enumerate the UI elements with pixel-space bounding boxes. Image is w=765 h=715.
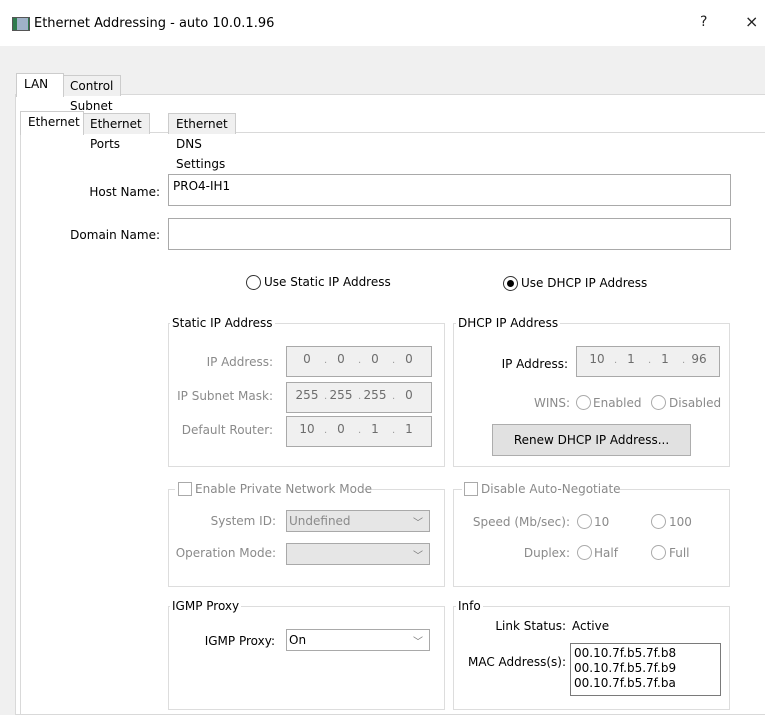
static-ip-label: IP Address: — [206, 355, 273, 369]
mask-octet-4: 0 — [405, 388, 413, 402]
link-status-value: Active — [572, 619, 610, 633]
operation-mode-label: Operation Mode: — [175, 546, 276, 560]
host-name-input[interactable]: PRO4-IH1 — [168, 174, 731, 206]
tab-ethernet-dns-settings[interactable]: Ethernet DNS Settings — [168, 113, 236, 171]
auto-negotiate-group — [453, 489, 730, 587]
subnet-mask-field[interactable]: 255. 255. 255. 0 — [286, 382, 432, 413]
host-name-value: PRO4-IH1 — [173, 179, 231, 193]
mask-octet-3: 255 — [363, 388, 387, 402]
igmp-proxy-group-title: IGMP Proxy — [170, 599, 242, 613]
speed-100-radio[interactable] — [651, 514, 666, 529]
private-network-checkbox[interactable] — [178, 482, 192, 496]
dhcp-ip-radio[interactable] — [503, 276, 518, 291]
router-octet-1: 10 — [299, 422, 315, 436]
dhcp-ip-octet-1: 10 — [589, 352, 605, 366]
disable-auto-negotiate-label: Disable Auto-Negotiate — [481, 482, 621, 496]
static-ip-octet-3: 0 — [371, 352, 379, 366]
private-network-group — [168, 489, 445, 587]
speed-label: Speed (Mb/sec): — [472, 515, 570, 529]
default-router-field[interactable]: 10. 0. 1. 1 — [286, 416, 432, 447]
title-bar: Ethernet Addressing - auto 10.0.1.96 ? × — [0, 0, 765, 46]
mac-address-label: MAC Address(s): — [468, 655, 566, 669]
static-ip-octet-1: 0 — [303, 352, 311, 366]
tab-lan[interactable]: LAN — [16, 73, 64, 97]
system-id-value: Undefined — [289, 514, 351, 528]
tab-control-subnet[interactable]: Control Subnet — [62, 75, 122, 113]
dhcp-ip-group-title: DHCP IP Address — [456, 316, 561, 330]
link-status-label: Link Status: — [495, 619, 566, 633]
wins-enabled-radio[interactable] — [576, 395, 591, 410]
mask-octet-1: 255 — [295, 388, 319, 402]
dhcp-ip-label: IP Address: — [501, 357, 568, 371]
subnet-mask-label: IP Subnet Mask: — [177, 389, 273, 403]
system-id-select[interactable]: Undefined ﹀ — [286, 510, 430, 532]
duplex-full-label: Full — [669, 546, 690, 560]
private-network-checkbox-label: Enable Private Network Mode — [195, 482, 372, 496]
renew-dhcp-button[interactable]: Renew DHCP IP Address... — [492, 424, 691, 456]
wins-disabled-radio[interactable] — [651, 395, 666, 410]
dhcp-ip-octet-2: 1 — [627, 352, 635, 366]
domain-name-input[interactable] — [168, 218, 731, 250]
host-name-label: Host Name: — [89, 185, 160, 199]
ethernet-addressing-dialog: Ethernet Addressing - auto 10.0.1.96 ? ×… — [0, 0, 765, 715]
router-octet-3: 1 — [371, 422, 379, 436]
tab-ethernet[interactable]: Ethernet — [20, 111, 84, 135]
dhcp-ip-radio-label: Use DHCP IP Address — [521, 276, 648, 290]
default-router-label: Default Router: — [181, 423, 273, 437]
static-ip-octet-2: 0 — [337, 352, 345, 366]
dhcp-ip-field: 10. 1. 1. 96 — [576, 346, 720, 377]
list-item: 00.10.7f.b5.7f.b8 — [574, 646, 677, 660]
static-ip-group-title: Static IP Address — [170, 316, 275, 330]
help-button[interactable]: ? — [700, 14, 707, 30]
speed-100-label: 100 — [669, 515, 692, 529]
chevron-down-icon: ﹀ — [413, 551, 423, 562]
static-ip-field[interactable]: 0. 0. 0. 0 — [286, 346, 432, 377]
router-octet-4: 1 — [405, 422, 413, 436]
igmp-proxy-select[interactable]: On ﹀ — [286, 629, 430, 651]
operation-mode-select[interactable]: ﹀ — [286, 543, 430, 565]
close-button[interactable]: × — [745, 12, 758, 31]
duplex-label: Duplex: — [523, 546, 570, 560]
igmp-proxy-value: On — [289, 633, 307, 647]
chevron-down-icon: ﹀ — [413, 637, 423, 648]
info-group-title: Info — [456, 599, 483, 613]
duplex-half-radio[interactable] — [577, 545, 592, 560]
window-title: Ethernet Addressing - auto 10.0.1.96 — [34, 16, 275, 31]
app-icon — [12, 17, 30, 31]
router-octet-2: 0 — [337, 422, 345, 436]
static-ip-octet-4: 0 — [405, 352, 413, 366]
tab-ethernet-ports[interactable]: Ethernet Ports — [82, 113, 150, 151]
dhcp-ip-octet-3: 1 — [661, 352, 669, 366]
igmp-proxy-group — [168, 606, 445, 710]
speed-10-radio[interactable] — [577, 514, 592, 529]
list-item: 00.10.7f.b5.7f.b9 — [574, 661, 677, 675]
wins-enabled-label: Enabled — [593, 396, 642, 410]
mac-address-list[interactable]: 00.10.7f.b5.7f.b8 00.10.7f.b5.7f.b9 00.1… — [570, 643, 721, 696]
mask-octet-2: 255 — [329, 388, 353, 402]
duplex-full-radio[interactable] — [651, 545, 666, 560]
static-ip-radio-label: Use Static IP Address — [264, 275, 391, 289]
chevron-down-icon: ﹀ — [413, 518, 423, 529]
wins-label: WINS: — [533, 396, 570, 410]
domain-name-label: Domain Name: — [70, 228, 160, 242]
duplex-half-label: Half — [594, 546, 618, 560]
wins-disabled-label: Disabled — [669, 396, 722, 410]
system-id-label: System ID: — [210, 514, 276, 528]
dhcp-ip-octet-4: 96 — [691, 352, 707, 366]
list-item: 00.10.7f.b5.7f.ba — [574, 676, 676, 690]
static-ip-radio[interactable] — [246, 275, 261, 290]
disable-auto-negotiate-checkbox[interactable] — [464, 482, 478, 496]
speed-10-label: 10 — [594, 515, 610, 529]
igmp-proxy-label: IGMP Proxy: — [204, 634, 275, 648]
